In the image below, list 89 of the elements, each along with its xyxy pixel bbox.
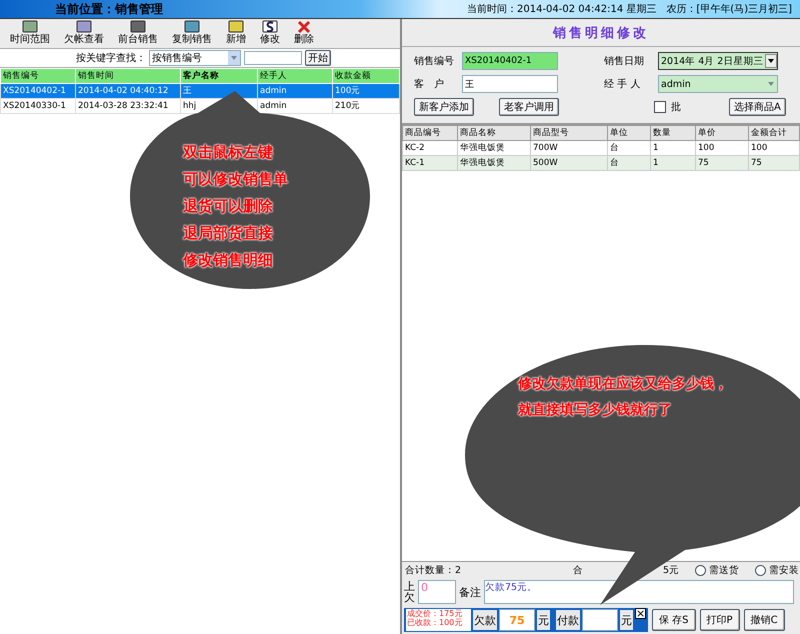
table-cell: KC-1 bbox=[402, 156, 458, 170]
radio-button[interactable] bbox=[755, 564, 766, 576]
table-cell: XS20140402-1 bbox=[0, 84, 76, 98]
checkbox-label: 批 bbox=[671, 100, 681, 114]
table-cell: KC-2 bbox=[402, 140, 458, 156]
radio-label: 需安装 bbox=[769, 564, 800, 576]
debt-label: 欠款 bbox=[473, 610, 497, 630]
action-button[interactable]: 打印P bbox=[700, 609, 740, 631]
table-cell: 75 bbox=[748, 156, 800, 170]
toolbar-button[interactable]: 删除 bbox=[288, 20, 320, 47]
table-cell: 2014-03-28 23:32:41 bbox=[76, 98, 180, 114]
field-label: 客 户 bbox=[414, 78, 445, 91]
table-cell: 75 bbox=[696, 156, 748, 170]
table-cell: 1 bbox=[650, 140, 696, 156]
column-header: 客户名称 bbox=[180, 68, 258, 84]
callout-text: 修改欠款单现在应该又给多少钱， bbox=[518, 374, 728, 394]
column-header: 商品编号 bbox=[402, 126, 458, 140]
table-cell: 台 bbox=[608, 156, 650, 170]
table-cell: 100元 bbox=[332, 84, 400, 98]
previous-debt-label: 上欠 bbox=[404, 581, 415, 603]
remark-label: 备注 bbox=[459, 584, 481, 600]
column-header: 收款金额 bbox=[332, 68, 400, 84]
pay-field[interactable] bbox=[582, 609, 618, 631]
search-label: 按关键字查找： bbox=[76, 52, 146, 65]
callout-text: 就直接填写多少钱就行了 bbox=[518, 401, 673, 420]
customer-field[interactable]: 王 bbox=[462, 75, 558, 93]
callout-text: 退局部货直接 bbox=[183, 223, 274, 244]
total-quantity: 合计数量：2 bbox=[405, 564, 462, 576]
remark-field[interactable]: 欠款75元。 bbox=[484, 580, 794, 604]
handler-dropdown[interactable]: admin bbox=[658, 75, 778, 93]
column-header: 单价 bbox=[696, 126, 748, 140]
table-cell: admin bbox=[258, 84, 332, 98]
column-header: 销售时间 bbox=[76, 68, 180, 84]
table-cell: 500W bbox=[530, 156, 608, 170]
pay-label: 付款 bbox=[556, 610, 580, 630]
radio-label: 需送货 bbox=[709, 564, 740, 576]
toolbar-button[interactable]: 时间范围 bbox=[4, 20, 56, 47]
callout-text: 退货可以删除 bbox=[183, 196, 274, 217]
total-amount: 5元 bbox=[663, 564, 680, 576]
toolbar-button[interactable]: 修改 bbox=[254, 20, 286, 47]
table-cell: 100 bbox=[696, 140, 748, 156]
search-field[interactable] bbox=[244, 51, 302, 65]
table-cell: 100 bbox=[748, 140, 800, 156]
column-header: 单位 bbox=[608, 126, 650, 140]
table-cell: 华强电饭煲 bbox=[458, 156, 530, 170]
total-amount: 合 bbox=[573, 564, 584, 576]
column-header: 金额合计 bbox=[748, 126, 800, 140]
column-header: 销售编号 bbox=[0, 68, 76, 84]
table-cell: 2014-04-02 04:40:12 bbox=[76, 84, 180, 98]
callout-text: 双击鼠标左键 bbox=[183, 142, 274, 163]
pick-goods-button[interactable]: 选择商品A bbox=[729, 98, 786, 116]
callout-text: 修改销售明细 bbox=[183, 250, 274, 271]
column-header: 数量 bbox=[650, 126, 696, 140]
table-cell: 700W bbox=[530, 140, 608, 156]
sale-number-field[interactable]: XS20140402-1 bbox=[462, 52, 558, 70]
tool-icon bbox=[295, 20, 313, 34]
table-cell: 1 bbox=[650, 156, 696, 170]
table-cell: 华强电饭煲 bbox=[458, 140, 530, 156]
callout-text: 可以修改销售单 bbox=[183, 169, 288, 190]
column-header: 经手人 bbox=[258, 68, 332, 84]
action-button[interactable]: 保 存S bbox=[652, 609, 696, 631]
toolbar-button[interactable]: 欠帐查看 bbox=[58, 20, 110, 47]
toolbar-button[interactable]: 复制销售 bbox=[166, 20, 218, 47]
start-button[interactable]: 开始 bbox=[305, 50, 331, 66]
action-button[interactable]: 撤销C bbox=[744, 609, 785, 631]
location-title: 当前位置：销售管理 bbox=[55, 0, 163, 18]
clock-text: 当前时间：2014-04-02 04:42:14 星期三 农历：[甲午年(马)三月初三] bbox=[467, 2, 792, 16]
column-header: 商品名称 bbox=[458, 126, 530, 140]
table-cell: XS20140330-1 bbox=[0, 98, 76, 114]
table-cell: 210元 bbox=[332, 98, 400, 114]
toolbar-button[interactable]: 前台销售 bbox=[112, 20, 164, 47]
customer-button[interactable]: 老客户调用 bbox=[499, 98, 559, 116]
close-button[interactable]: × bbox=[635, 608, 646, 619]
summary-text: 成交价：175元 已收款：100元 bbox=[406, 609, 471, 631]
checkbox[interactable] bbox=[654, 101, 666, 113]
customer-button[interactable]: 新客户添加 bbox=[414, 98, 474, 116]
unit-label: 元 bbox=[537, 610, 550, 630]
unit-label: 元 bbox=[620, 610, 633, 630]
field-label: 销售编号 bbox=[414, 54, 455, 68]
date-picker[interactable]: 2014年 4月 2日星期三 bbox=[658, 52, 778, 70]
field-label: 销售日期 bbox=[604, 54, 645, 68]
column-header: 商品型号 bbox=[530, 126, 608, 140]
panel-title: 销售明细修改 bbox=[402, 19, 800, 47]
table-cell: 台 bbox=[608, 140, 650, 156]
toolbar-button[interactable]: 新增 bbox=[220, 20, 252, 47]
table-row[interactable]: XS20140402-1 2014-04-02 04:40:12 王 admin 100元 bbox=[0, 84, 400, 98]
field-label: 经 手 人 bbox=[604, 78, 642, 91]
search-mode-dropdown[interactable]: 按销售编号 bbox=[149, 50, 241, 66]
radio-button[interactable] bbox=[695, 564, 706, 576]
